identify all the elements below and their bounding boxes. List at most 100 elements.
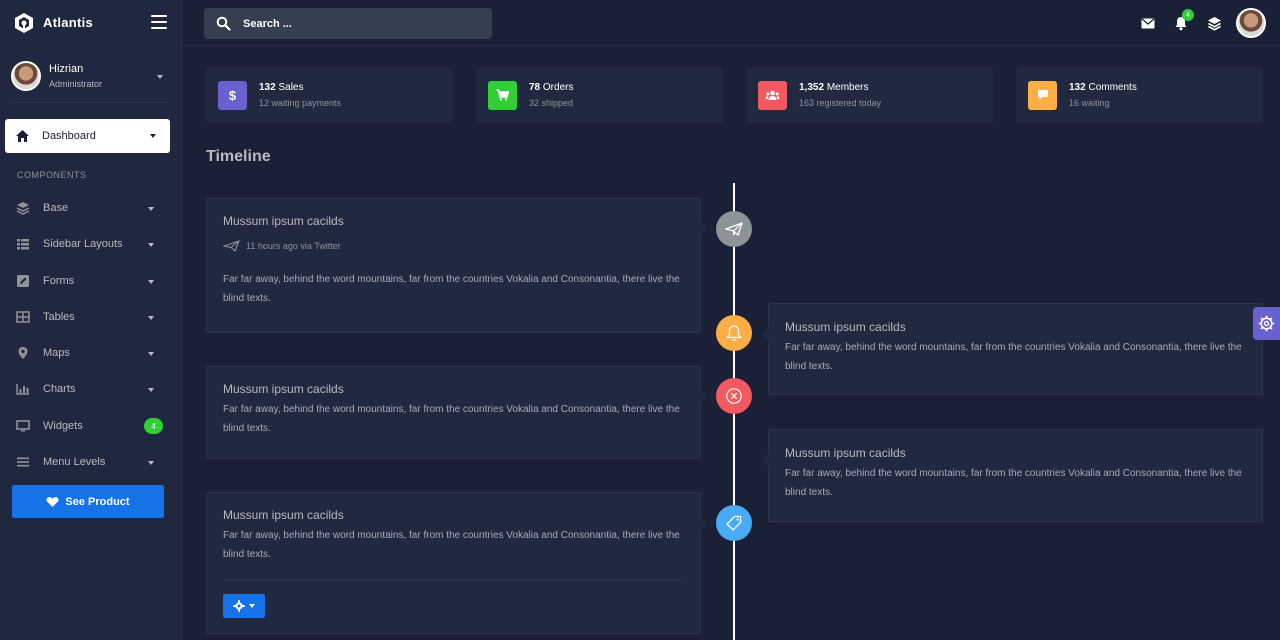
messages-button[interactable] bbox=[1140, 15, 1156, 31]
user-name: Hizrian bbox=[49, 62, 84, 75]
sidebar-toggle-icon[interactable] bbox=[151, 15, 167, 29]
pen-square-icon bbox=[17, 275, 29, 287]
topbar-actions: 4 bbox=[1123, 8, 1266, 38]
timeline-panel: Mussum ipsum cacilds 11 hours ago via Tw… bbox=[206, 198, 708, 333]
sidebar-item-label: Base bbox=[43, 202, 69, 214]
chevron-down-icon bbox=[148, 207, 154, 211]
timeline-text: Far far away, behind the word mountains,… bbox=[785, 342, 1242, 372]
settings-dropdown-button[interactable] bbox=[223, 594, 265, 618]
sidebar-item-label: Forms bbox=[43, 275, 75, 287]
stat-label: Members bbox=[826, 82, 869, 93]
timeline-text: Far far away, behind the word mountains,… bbox=[223, 404, 680, 434]
gear-icon bbox=[233, 600, 245, 612]
gear-icon bbox=[1258, 315, 1275, 332]
sidebar-item-label: Dashboard bbox=[42, 130, 96, 142]
chevron-down-icon bbox=[150, 134, 156, 138]
timeline-badge bbox=[716, 315, 752, 351]
search-icon[interactable] bbox=[216, 16, 231, 31]
sidebar-item-widgets[interactable]: Widgets 4 bbox=[0, 414, 183, 438]
notifications-button[interactable]: 4 bbox=[1173, 9, 1194, 31]
chevron-down-icon[interactable] bbox=[157, 75, 163, 79]
timeline-title: Mussum ipsum cacilds bbox=[785, 446, 906, 460]
stat-value: 78 bbox=[529, 82, 541, 93]
sidebar-item-label: Menu Levels bbox=[43, 456, 106, 468]
timeline-title: Mussum ipsum cacilds bbox=[223, 382, 344, 396]
logo-header: Atlantis bbox=[0, 0, 183, 45]
sidebar-item-menu-levels[interactable]: Menu Levels bbox=[0, 450, 183, 474]
cart-icon bbox=[488, 80, 517, 110]
chevron-down-icon bbox=[148, 243, 154, 247]
sidebar-item-label: Maps bbox=[43, 347, 70, 359]
atlantis-logo-icon[interactable] bbox=[13, 12, 35, 34]
stat-label: Orders bbox=[542, 82, 574, 93]
user-profile[interactable]: Hizrian Administrator bbox=[11, 45, 172, 103]
bar-chart-icon bbox=[16, 384, 29, 395]
timeline-text: Far far away, behind the word mountains,… bbox=[223, 274, 680, 304]
timeline-title: Mussum ipsum cacilds bbox=[223, 214, 344, 228]
see-product-button[interactable]: See Product bbox=[12, 485, 164, 518]
table-icon bbox=[16, 311, 30, 323]
section-label: COMPONENTS bbox=[17, 170, 87, 180]
topbar: Search ... 4 bbox=[183, 0, 1280, 46]
bell-icon bbox=[726, 325, 742, 341]
sidebar-item-maps[interactable]: Maps bbox=[0, 341, 183, 365]
sidebar-item-sidebar-layouts[interactable]: Sidebar Layouts bbox=[0, 232, 183, 256]
timeline-badge bbox=[716, 378, 752, 414]
map-marker-icon bbox=[18, 347, 28, 359]
sidebar-item-forms[interactable]: Forms bbox=[0, 269, 183, 293]
user-role: Administrator bbox=[49, 78, 103, 89]
chevron-down-icon bbox=[148, 316, 154, 320]
widgets-count-badge: 4 bbox=[144, 418, 163, 434]
avatar[interactable] bbox=[11, 60, 41, 91]
panel-divider bbox=[223, 579, 684, 580]
dollar-icon: $ bbox=[218, 80, 247, 110]
layers-icon bbox=[1207, 16, 1221, 31]
sidebar-item-label: Tables bbox=[43, 311, 75, 323]
stat-value: 132 bbox=[1069, 82, 1086, 93]
users-icon bbox=[758, 80, 787, 110]
timeline-panel: Mussum ipsum cacilds Far far away, behin… bbox=[761, 429, 1263, 522]
timeline-panel: Mussum ipsum cacilds Far far away, behin… bbox=[206, 366, 708, 459]
panel-arrow bbox=[700, 515, 708, 531]
stat-card-sales: $ 132 Sales 12 waiting payments bbox=[206, 67, 453, 123]
sidebar-item-tables[interactable]: Tables bbox=[0, 305, 183, 329]
stat-label: Comments bbox=[1088, 82, 1137, 93]
envelope-icon bbox=[1141, 18, 1155, 28]
sidebar-item-label: Widgets bbox=[43, 420, 83, 432]
heart-icon bbox=[46, 496, 59, 507]
chevron-down-icon bbox=[148, 388, 154, 392]
home-icon bbox=[16, 130, 29, 142]
paper-plane-icon bbox=[725, 222, 743, 236]
sidebar-item-label: Sidebar Layouts bbox=[43, 238, 123, 250]
timeline-panel: Mussum ipsum cacilds Far far away, behin… bbox=[761, 303, 1263, 395]
timeline-text: Far far away, behind the word mountains,… bbox=[223, 530, 680, 560]
panel-arrow bbox=[761, 452, 769, 468]
search-input[interactable]: Search ... bbox=[204, 8, 492, 39]
stat-card-comments: 132 Comments 16 waiting bbox=[1016, 67, 1263, 123]
stat-label: Sales bbox=[278, 82, 304, 93]
stat-sub: 16 waiting bbox=[1069, 98, 1110, 108]
comment-icon bbox=[1028, 80, 1057, 110]
bars-icon bbox=[17, 457, 29, 467]
sidebar-item-label: Charts bbox=[43, 383, 76, 395]
panel-arrow bbox=[700, 221, 708, 237]
theme-settings-button[interactable] bbox=[1253, 307, 1280, 340]
quick-actions-button[interactable] bbox=[1206, 15, 1222, 31]
timeline-title: Mussum ipsum cacilds bbox=[223, 508, 344, 522]
timeline-badge bbox=[716, 505, 752, 541]
sidebar-item-base[interactable]: Base bbox=[0, 196, 183, 220]
see-product-label: See Product bbox=[65, 495, 130, 508]
sidebar-item-dashboard[interactable]: Dashboard bbox=[5, 119, 170, 153]
user-avatar-button[interactable] bbox=[1236, 8, 1266, 38]
timeline-badge bbox=[716, 211, 752, 247]
chevron-down-icon bbox=[148, 352, 154, 356]
timeline-panel: Mussum ipsum cacilds Far far away, behin… bbox=[206, 492, 708, 634]
layers-icon bbox=[16, 202, 30, 215]
brand-name[interactable]: Atlantis bbox=[43, 15, 93, 30]
panel-arrow bbox=[761, 326, 769, 342]
notification-badge: 4 bbox=[1182, 9, 1194, 21]
timeline-meta: 11 hours ago via Twitter bbox=[246, 241, 341, 251]
sidebar-item-charts[interactable]: Charts bbox=[0, 377, 183, 401]
sidebar: Atlantis Hizrian Administrator Dashboard… bbox=[0, 0, 183, 640]
close-circle-icon bbox=[726, 388, 742, 404]
